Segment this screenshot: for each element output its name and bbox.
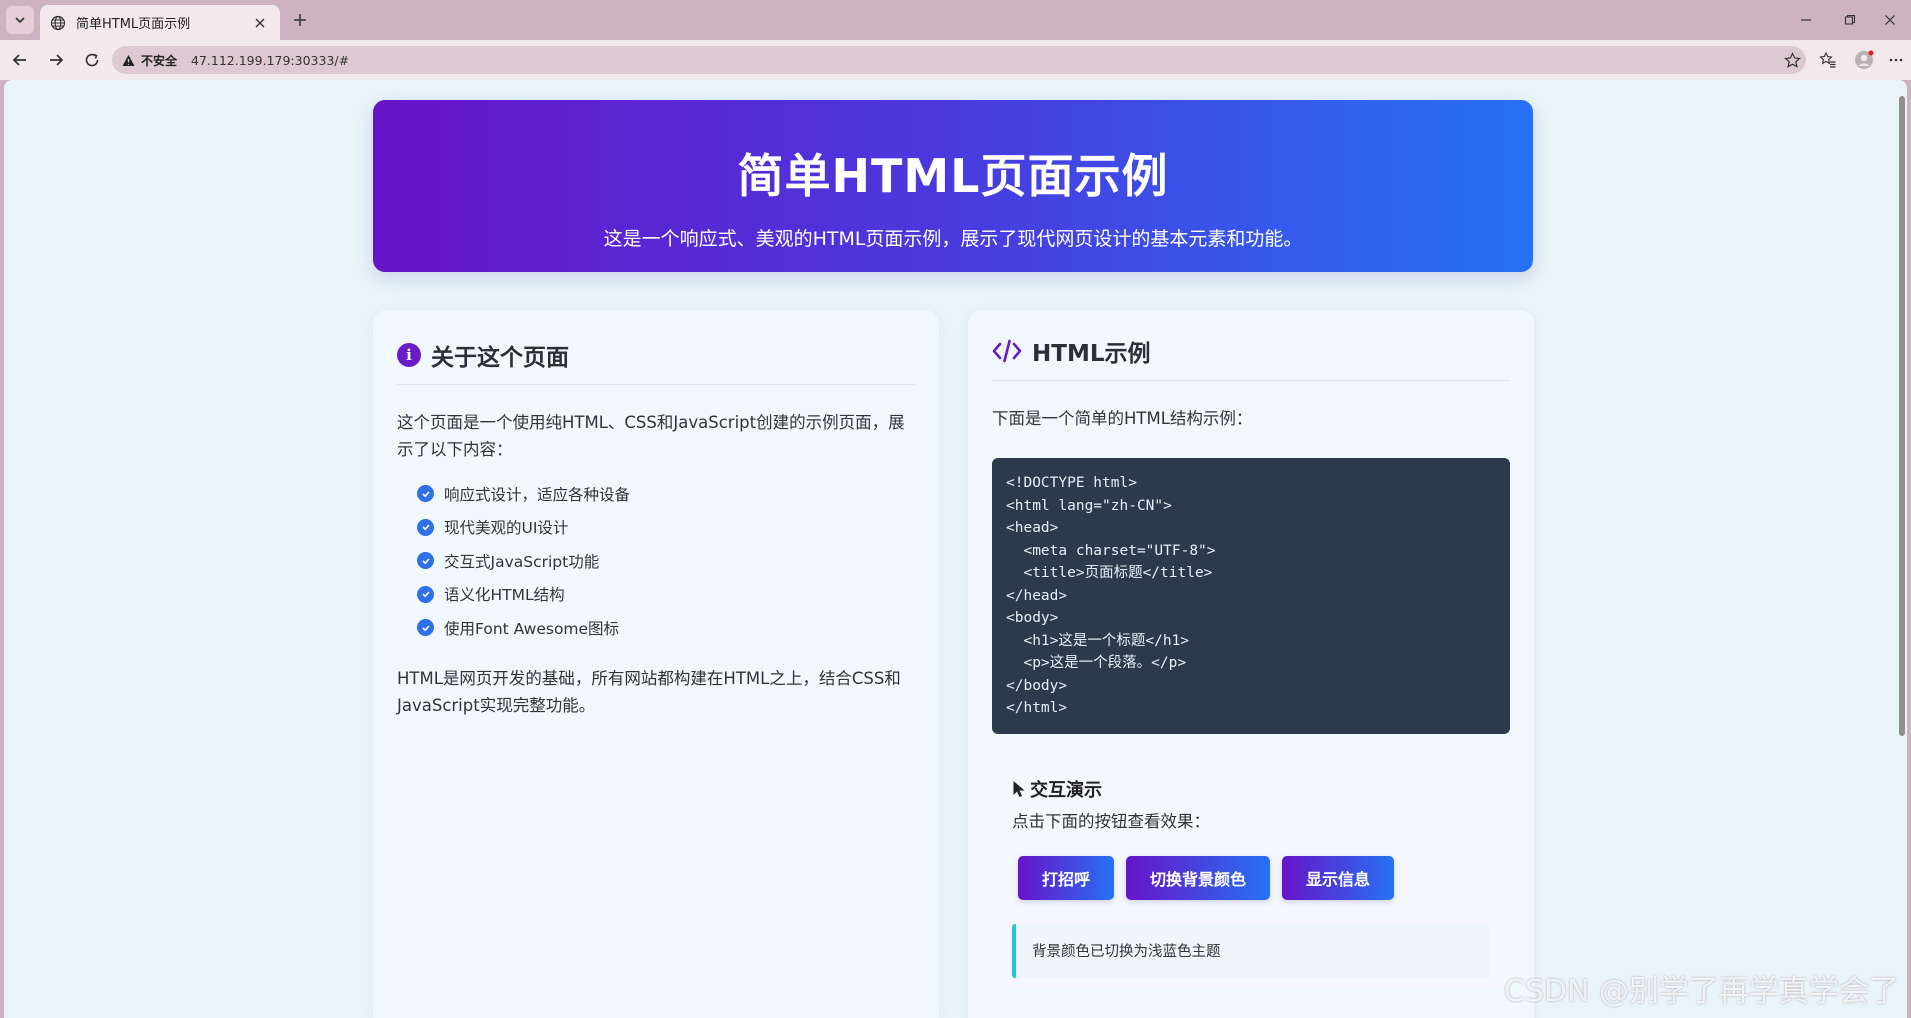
hero-banner: 简单HTML页面示例 这是一个响应式、美观的HTML页面示例，展示了现代网页设计… [373, 100, 1533, 272]
profile-button[interactable] [1852, 48, 1876, 72]
code-line: <!DOCTYPE html> [1006, 475, 1137, 491]
reload-icon [85, 53, 99, 67]
demo-title-text: 交互演示 [1030, 779, 1102, 801]
code-line: </head> [1006, 587, 1068, 604]
about-card-title: 关于这个页面 [431, 345, 569, 371]
code-line: </html> [1006, 700, 1068, 716]
about-card-header: i 关于这个页面 [397, 338, 915, 385]
html-example-intro: 下面是一个简单的HTML结构示例： [992, 409, 1253, 428]
toggle-background-button[interactable]: 切换背景颜色 [1126, 855, 1271, 900]
check-circle-icon [417, 619, 434, 637]
list-item: 响应式设计，适应各种设备 [417, 477, 915, 511]
minimize-icon [1801, 19, 1811, 21]
favorites-button[interactable] [1816, 48, 1840, 72]
arrow-left-icon [12, 54, 26, 66]
show-info-button[interactable]: 显示信息 [1282, 855, 1395, 900]
page-viewport: 简单HTML页面示例 这是一个响应式、美观的HTML页面示例，展示了现代网页设计… [4, 80, 1907, 1018]
code-line: <head> [1006, 520, 1059, 536]
about-intro: 这个页面是一个使用纯HTML、CSS和JavaScript创建的示例页面，展示了… [397, 413, 905, 459]
interactive-demo: 交互演示 点击下面的按钮查看效果： 打招呼 切换背景颜色 显示信息 背景颜色已切… [992, 753, 1510, 988]
status-message: 背景颜色已切换为浅蓝色主题 [1012, 923, 1490, 978]
about-outro: HTML是网页开发的基础，所有网站都构建在HTML之上，结合CSS和JavaSc… [397, 668, 901, 715]
arrow-right-icon [50, 54, 64, 66]
about-card: i 关于这个页面 这个页面是一个使用纯HTML、CSS和JavaScript创建… [373, 310, 939, 1018]
check-circle-icon [417, 518, 434, 536]
feature-text: 交互式JavaScript功能 [444, 552, 600, 571]
plus-icon [294, 14, 306, 26]
browser-tab-active[interactable]: 简单HTML页面示例 [40, 5, 280, 40]
code-block: <!DOCTYPE html> <html lang="zh-CN"> <head>… [992, 458, 1510, 734]
list-item: 现代美观的UI设计 [417, 511, 915, 545]
html-example-header: HTML示例 [992, 334, 1510, 381]
code-line: <h1>这是一个标题</h1> [1006, 632, 1190, 649]
feature-text: 使用Font Awesome图标 [444, 619, 620, 638]
close-window-button[interactable] [1870, 8, 1910, 32]
restore-button[interactable] [1830, 8, 1870, 32]
code-line: <title>页面标题</title> [1006, 565, 1213, 581]
code-line: <html lang="zh-CN"> [1006, 497, 1172, 514]
cursor-pointer-icon [1013, 780, 1025, 797]
code-line: </body> [1006, 677, 1068, 694]
demo-button-row: 打招呼 切换背景颜色 显示信息 [1018, 855, 1490, 900]
list-item: 交互式JavaScript功能 [417, 544, 915, 578]
code-line: <meta charset="UTF-8"> [1006, 542, 1216, 559]
check-circle-icon [417, 585, 434, 603]
more-icon [1889, 58, 1903, 62]
globe-icon [50, 15, 66, 30]
watermark: CSDN @别学了再学真学会了 [1503, 974, 1899, 1009]
feature-text: 响应式设计，适应各种设备 [444, 485, 631, 504]
url-text[interactable]: 47.112.199.179:30333/# [191, 53, 349, 68]
close-icon [255, 18, 265, 27]
feature-text: 现代美观的UI设计 [444, 519, 569, 538]
demo-title: 交互演示 [1012, 776, 1490, 802]
back-button[interactable] [8, 48, 32, 72]
warning-icon [122, 54, 135, 66]
star-icon [1783, 51, 1801, 68]
tab-list-button[interactable] [6, 6, 34, 34]
feature-text: 语义化HTML结构 [444, 586, 565, 605]
reload-button[interactable] [80, 48, 104, 72]
minimize-button[interactable] [1786, 8, 1826, 32]
address-bar[interactable]: 不安全 47.112.199.179:30333/# [112, 46, 1806, 74]
security-label[interactable]: 不安全 [141, 52, 177, 69]
tab-title: 简单HTML页面示例 [76, 17, 191, 32]
bookmark-star-button[interactable] [1780, 48, 1804, 72]
page-scrollbar[interactable] [1897, 80, 1907, 1018]
list-item: 语义化HTML结构 [417, 578, 915, 612]
browser-toolbar: 不安全 47.112.199.179:30333/# [0, 40, 1911, 80]
restore-icon [1844, 14, 1856, 25]
chevron-down-icon [15, 17, 25, 24]
page-title: 简单HTML页面示例 [737, 149, 1169, 203]
scrollbar-thumb[interactable] [1899, 96, 1905, 736]
close-icon [1885, 15, 1895, 25]
browser-tab-bar: 简单HTML页面示例 [0, 0, 1911, 40]
list-item: 使用Font Awesome图标 [417, 611, 915, 645]
forward-button[interactable] [44, 48, 68, 72]
favorites-icon [1819, 51, 1836, 68]
code-line: <p>这是一个段落。</p> [1006, 655, 1187, 671]
feature-list: 响应式设计，适应各种设备 现代美观的UI设计 交互式JavaScript功能 语… [397, 477, 915, 645]
info-icon: i [397, 343, 421, 367]
page-subtitle: 这是一个响应式、美观的HTML页面示例，展示了现代网页设计的基本元素和功能。 [603, 228, 1303, 250]
code-line: <body> [1006, 610, 1059, 626]
code-icon [992, 339, 1022, 363]
check-circle-icon [417, 552, 434, 570]
html-example-card: HTML示例 下面是一个简单的HTML结构示例： <!DOCTYPE html>… [968, 310, 1534, 1018]
html-example-title: HTML示例 [1032, 341, 1151, 367]
tab-close-button[interactable] [250, 13, 270, 33]
new-tab-button[interactable] [288, 8, 312, 32]
avatar-icon [1855, 50, 1874, 69]
greet-button[interactable]: 打招呼 [1018, 855, 1115, 900]
more-menu-button[interactable] [1884, 48, 1908, 72]
demo-subtitle: 点击下面的按钮查看效果： [1012, 811, 1210, 831]
check-circle-icon [417, 485, 434, 503]
